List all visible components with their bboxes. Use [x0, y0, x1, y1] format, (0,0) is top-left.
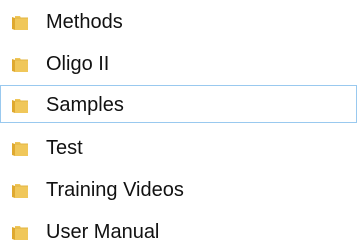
folder-item-oligo-ii[interactable]: Oligo II: [0, 44, 357, 82]
folder-icon: [11, 55, 29, 73]
folder-icon: [11, 139, 29, 157]
folder-icon: [11, 13, 29, 31]
folder-label: User Manual: [46, 221, 160, 243]
folder-icon: [11, 181, 29, 199]
folder-list: Methods Oligo II Samples Test Training V…: [0, 0, 359, 243]
folder-item-methods[interactable]: Methods: [0, 2, 357, 40]
folder-icon: [11, 96, 29, 114]
folder-item-user-manual[interactable]: User Manual: [0, 212, 357, 250]
folder-label: Oligo II: [46, 53, 110, 75]
folder-label: Samples: [46, 94, 124, 116]
folder-label: Methods: [46, 11, 123, 33]
folder-label: Test: [46, 137, 83, 159]
folder-item-test[interactable]: Test: [0, 128, 357, 166]
folder-label: Training Videos: [46, 179, 184, 201]
folder-item-samples[interactable]: Samples: [0, 85, 357, 123]
folder-item-training-videos[interactable]: Training Videos: [0, 170, 357, 208]
folder-icon: [11, 223, 29, 241]
